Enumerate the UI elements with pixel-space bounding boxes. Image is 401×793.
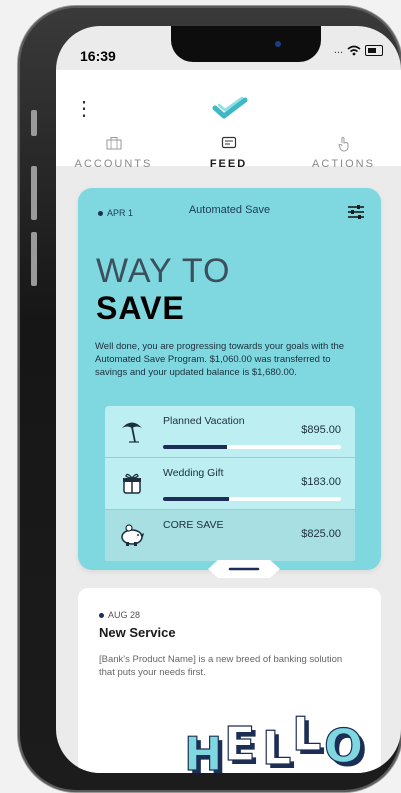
tab-actions-label: ACTIONS [312,158,375,170]
gift-icon [123,473,141,494]
goal-name: Wedding Gift [163,467,224,479]
goal-item-core-save[interactable]: CORE SAVE $825.00 [105,510,355,561]
hello-letter: E [224,717,255,771]
status-time: 16:39 [80,48,116,64]
tab-bar: ACCOUNTS FEED ACTIONS [56,136,401,170]
drag-handle[interactable] [208,560,280,578]
date-dot [99,612,104,618]
phone-screen: 16:39 ... ⋮ ACCOUNTS FEED ACTIONS APR 1 … [56,26,401,773]
tab-feed[interactable]: FEED [171,136,286,170]
volume-button [31,110,37,136]
goal-progress-bar [163,497,341,501]
tab-feed-label: FEED [209,158,248,170]
goal-amount: $183.00 [301,476,341,488]
card-title-bold: SAVE [96,290,185,326]
hello-letter: L [292,707,321,761]
tab-actions[interactable]: ACTIONS [286,136,401,170]
app-header: ⋮ ACCOUNTS FEED ACTIONS [56,70,401,170]
card-tag: Automated Save [188,204,271,216]
card-message: Well done, you are progressing towards y… [95,341,345,378]
automated-save-card[interactable]: APR 1 Automated Save WAY TO SAVE Well do… [78,188,381,570]
hello-illustration: H H E E L L L L O O [183,706,367,773]
goal-progress-bar [163,445,341,449]
wifi-icon [347,45,361,55]
volume-down-button [31,232,37,286]
battery-icon [365,44,383,56]
goal-amount: $895.00 [301,424,341,436]
goal-item-wedding-gift[interactable]: Wedding Gift $183.00 [105,458,355,510]
feed-icon [221,136,236,149]
tab-accounts-label: ACCOUNTS [74,158,153,170]
hello-letter: H [184,727,223,773]
hello-letter: L [262,721,291,773]
goal-name: CORE SAVE [163,519,224,531]
checkmark-logo-icon [212,96,248,119]
hello-letter: O [324,719,363,773]
goal-progress-fill [163,497,229,501]
goal-progress-fill [163,445,228,449]
goal-list: Planned Vacation $895.00 Wedding Gift $1… [105,406,355,561]
tab-accounts[interactable]: ACCOUNTS [56,136,171,170]
tap-hand-icon [337,137,348,152]
briefcase-icon [106,137,121,150]
signal-dots: ... [333,44,343,56]
beach-umbrella-icon [122,422,142,443]
new-service-card[interactable]: AUG 28 New Service [Bank's Product Name]… [78,588,381,773]
volume-up-button [31,166,37,220]
news-date: AUG 28 [99,610,140,620]
phone-frame: 16:39 ... ⋮ ACCOUNTS FEED ACTIONS APR 1 … [18,6,401,792]
goal-item-planned-vacation[interactable]: Planned Vacation $895.00 [105,406,355,458]
piggy-bank-icon [121,524,144,546]
status-icons: ... [334,44,383,56]
card-title-light: WAY TO [96,252,231,290]
filter-settings-icon[interactable] [347,204,365,220]
news-title: New Service [99,625,176,640]
goal-amount: $825.00 [301,528,341,540]
news-body: [Bank's Product Name] is a new breed of … [99,654,343,678]
camera [275,41,281,47]
goal-name: Planned Vacation [163,415,245,427]
news-date-text: AUG 28 [108,610,141,620]
more-menu-icon[interactable]: ⋮ [74,99,94,119]
notch [171,26,321,62]
